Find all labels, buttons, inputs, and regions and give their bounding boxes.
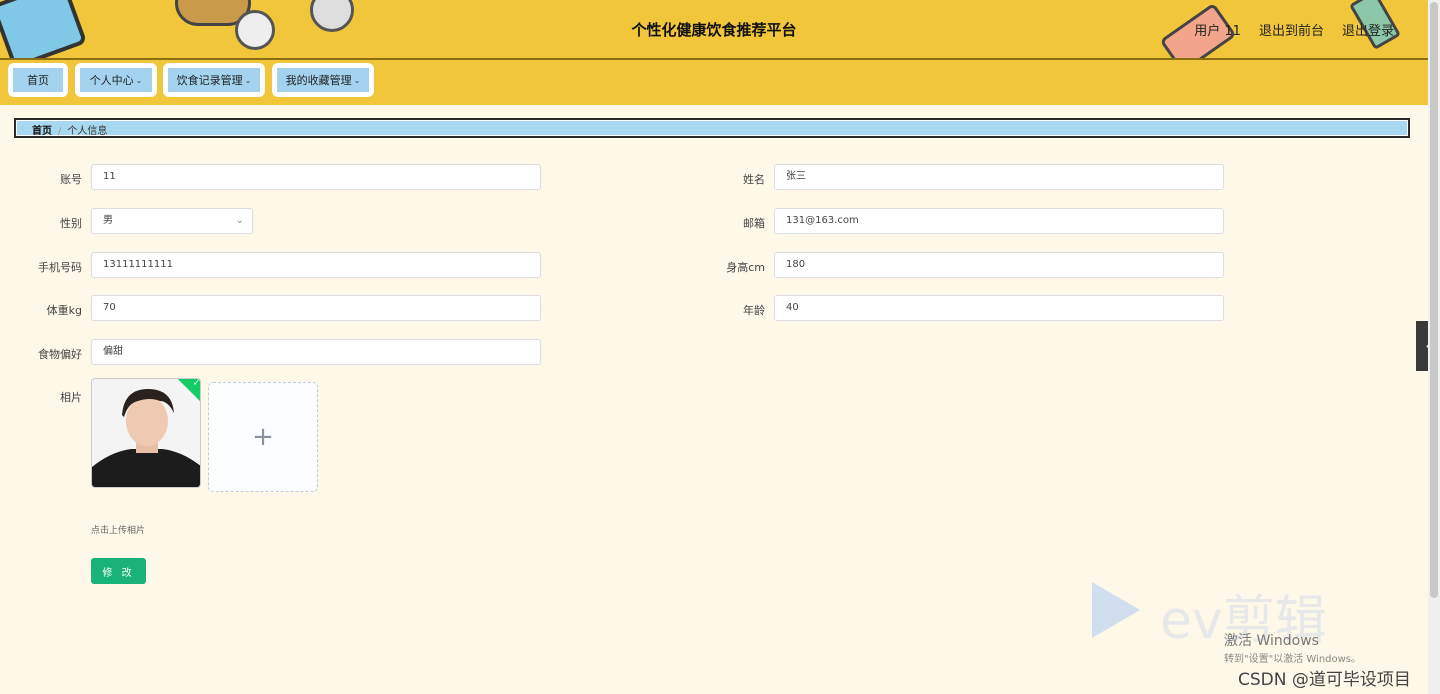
upload-button[interactable]: + — [208, 382, 318, 492]
scrollbar-thumb[interactable] — [1430, 2, 1438, 598]
age-label: 年龄 — [743, 304, 765, 317]
profile-photo: ✓ — [91, 378, 201, 488]
header: 个性化健康饮食推荐平台 用户 11 退出到前台 退出登录 — [0, 0, 1428, 58]
logout-link[interactable]: 退出登录 — [1342, 20, 1394, 39]
chevron-down-icon: ⌄ — [353, 75, 361, 85]
weight-field[interactable]: 70 — [91, 295, 541, 321]
nav-diet-records-label: 饮食记录管理 — [176, 74, 243, 87]
nav-personal-center[interactable]: 个人中心 ⌄ — [75, 63, 157, 97]
user-label: 用户 11 — [1194, 24, 1241, 39]
scrollbar[interactable] — [1428, 0, 1440, 694]
chevron-down-icon: ⌄ — [244, 75, 252, 85]
account-label: 账号 — [60, 173, 82, 186]
gender-value: 男 — [103, 215, 113, 226]
phone-field[interactable]: 13111111111 — [91, 252, 541, 278]
person-photo-image — [92, 379, 200, 487]
header-links: 用户 11 退出到前台 退出登录 — [1194, 20, 1394, 39]
nav-diet-records[interactable]: 饮食记录管理 ⌄ — [163, 63, 265, 97]
chevron-down-icon: ⌄ — [135, 75, 143, 85]
windows-activation-hint: 转到"设置"以激活 Windows。 — [1224, 654, 1362, 665]
nav-favorites-label: 我的收藏管理 — [285, 74, 352, 87]
gender-label: 性别 — [60, 217, 82, 230]
csdn-watermark: CSDN @道可毕设项目 — [1238, 670, 1411, 690]
check-icon: ✓ — [192, 378, 201, 389]
email-field[interactable]: 131@163.com — [774, 208, 1224, 234]
weight-label: 体重kg — [46, 304, 82, 317]
breadcrumb-separator: / — [58, 126, 62, 137]
phone-label: 手机号码 — [38, 261, 82, 274]
height-label: 身高cm — [726, 261, 765, 274]
food-pref-field[interactable]: 偏甜 — [91, 339, 541, 365]
windows-activation-title: 激活 Windows — [1224, 633, 1319, 649]
account-field[interactable]: 11 — [91, 164, 541, 190]
submit-button[interactable]: 修 改 — [91, 558, 146, 584]
email-label: 邮箱 — [743, 217, 765, 230]
plus-icon: + — [252, 422, 274, 452]
photo-label: 相片 — [60, 391, 82, 404]
breadcrumb: 首页 / 个人信息 — [14, 118, 1410, 138]
height-field[interactable]: 180 — [774, 252, 1224, 278]
gender-select[interactable]: 男 ⌄ — [91, 208, 253, 234]
nav-personal-center-label: 个人中心 — [89, 74, 134, 87]
nav-home[interactable]: 首页 — [8, 63, 68, 97]
nav-favorites[interactable]: 我的收藏管理 ⌄ — [272, 63, 374, 97]
top-nav: 首页 个人中心 ⌄ 饮食记录管理 ⌄ 我的收藏管理 ⌄ — [0, 58, 1428, 105]
exit-front-link[interactable]: 退出到前台 — [1259, 20, 1324, 39]
breadcrumb-home[interactable]: 首页 — [32, 126, 52, 137]
chevron-down-icon: ⌄ — [235, 215, 244, 226]
ev-logo-icon — [1092, 582, 1140, 638]
name-field[interactable]: 张三 — [774, 164, 1224, 190]
age-field[interactable]: 40 — [774, 295, 1224, 321]
name-label: 姓名 — [743, 173, 765, 186]
breadcrumb-current: 个人信息 — [67, 126, 108, 137]
upload-hint: 点击上传相片 — [91, 526, 146, 536]
nav-home-label: 首页 — [27, 74, 49, 87]
food-pref-label: 食物偏好 — [38, 348, 82, 361]
